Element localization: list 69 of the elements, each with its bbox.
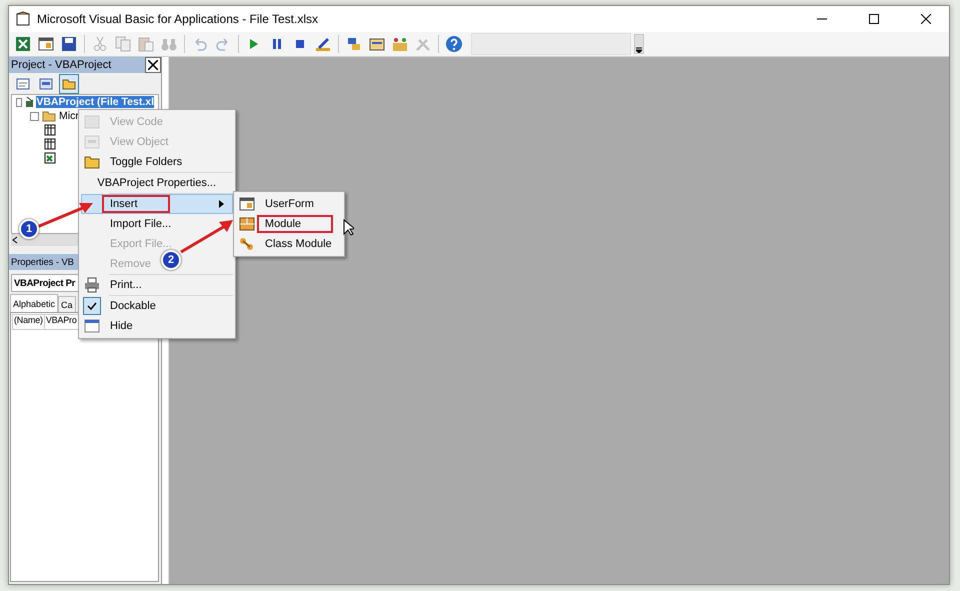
folder-icon <box>42 110 56 122</box>
menu-item[interactable]: Hide <box>110 320 133 332</box>
sheet-icon <box>44 138 56 150</box>
menu-item[interactable]: VBAProject Properties... <box>97 177 216 189</box>
binoculars-icon <box>161 37 177 51</box>
code-window-icon <box>84 115 100 129</box>
form-icon <box>239 197 255 211</box>
close-icon <box>148 60 158 70</box>
module-icon <box>238 217 255 231</box>
submenu-arrow-icon <box>219 200 224 208</box>
help-icon <box>445 35 463 53</box>
panel-title: Properties - VB <box>11 256 74 268</box>
collapse-toggle[interactable] <box>16 98 22 106</box>
tools-icon <box>415 36 431 52</box>
ruler-pencil-icon <box>315 36 331 52</box>
form-icon <box>84 135 100 149</box>
collapse-toggle[interactable] <box>30 112 39 120</box>
scissors-icon <box>93 36 107 52</box>
menu-item[interactable]: Insert <box>81 194 233 214</box>
overflow-button[interactable] <box>634 34 644 54</box>
property-name: (Name) <box>13 315 45 329</box>
tab[interactable]: Alphabetic <box>10 294 58 312</box>
menu-item[interactable]: Print... <box>110 279 142 291</box>
caret-icon <box>636 47 642 53</box>
folder-icon <box>62 78 76 90</box>
menu-item[interactable]: Dockable <box>110 300 156 312</box>
panel-tool-button[interactable] <box>59 74 79 94</box>
redo-icon <box>216 37 230 51</box>
tree-item[interactable]: VBAProject (File Test.xl <box>36 96 154 108</box>
mouse-pointer-icon <box>343 219 354 236</box>
maximize-icon <box>869 14 879 24</box>
arrow <box>179 218 235 254</box>
form-icon <box>38 37 54 51</box>
panel-title: Project - VBAProject <box>11 59 112 71</box>
printer-icon <box>84 277 100 293</box>
workbook-icon <box>44 152 56 164</box>
menu-item[interactable]: Import File... <box>110 218 172 230</box>
toolbar-button[interactable] <box>59 34 79 54</box>
class-module-icon <box>239 237 255 251</box>
project-icon <box>25 96 34 108</box>
close-icon <box>921 14 931 24</box>
scroll-left-icon <box>11 236 19 244</box>
menu-item[interactable]: Module <box>256 215 333 233</box>
toolbar-button[interactable] <box>13 34 33 54</box>
pause-icon <box>272 38 282 50</box>
sheet-icon <box>44 124 56 136</box>
menu-item[interactable]: Toggle Folders <box>110 156 182 168</box>
undo-icon <box>193 37 207 51</box>
code-window-icon <box>16 78 30 90</box>
project-explorer-icon <box>346 36 362 52</box>
tab[interactable]: Ca <box>58 296 76 312</box>
properties-icon <box>369 36 385 52</box>
folder-icon <box>84 155 100 169</box>
stop-icon <box>295 39 305 49</box>
window-icon <box>84 319 100 333</box>
paste-icon <box>138 36 154 52</box>
app-icon <box>15 11 31 27</box>
close-button[interactable] <box>145 57 161 73</box>
save-icon <box>61 36 77 52</box>
play-icon <box>249 38 259 50</box>
object-browser-icon <box>392 36 408 52</box>
toolbar-button[interactable] <box>444 34 464 54</box>
menu-item[interactable]: UserForm <box>265 198 314 210</box>
window-title: Microsoft Visual Basic for Applications - File Test.xlsx <box>37 12 319 26</box>
spreadsheet-icon <box>15 36 31 52</box>
form-icon <box>39 78 53 90</box>
copy-icon <box>115 36 131 52</box>
menu-item[interactable]: Class Module <box>265 238 332 250</box>
tree-item[interactable]: Micr <box>59 110 79 122</box>
